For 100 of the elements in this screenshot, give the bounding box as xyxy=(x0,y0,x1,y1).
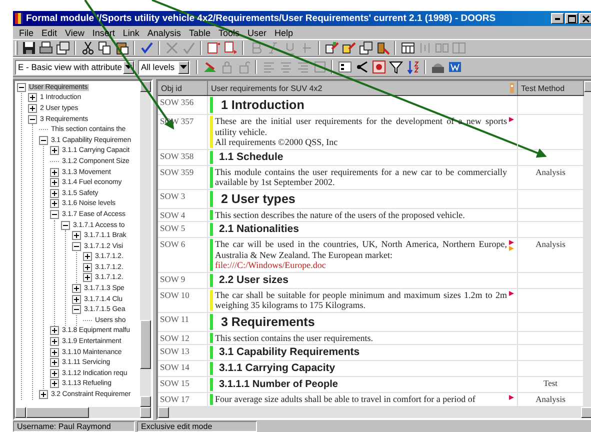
expand-icon[interactable] xyxy=(28,104,37,113)
expand-icon[interactable] xyxy=(72,231,81,240)
expand-icon[interactable] xyxy=(50,358,59,368)
column-header-label: User requirements for SUV 4x2 xyxy=(211,84,324,92)
menu-item[interactable]: Link xyxy=(118,28,144,38)
caret-icon xyxy=(180,65,187,69)
expand-icon[interactable] xyxy=(50,348,59,357)
table-cell: SOW 6 xyxy=(158,238,208,272)
menu-item[interactable]: User xyxy=(243,28,270,38)
menu-item[interactable]: Table xyxy=(184,28,214,38)
menu-item[interactable]: Analysis xyxy=(143,28,185,38)
status-text: Username: Paul Raymond xyxy=(13,421,135,432)
check-icon[interactable] xyxy=(182,41,196,55)
expand-icon[interactable] xyxy=(50,178,59,188)
justify-icon[interactable] xyxy=(312,60,326,74)
menu-item[interactable]: View xyxy=(61,28,88,38)
links-icon[interactable] xyxy=(354,60,368,74)
insert-heading-icon[interactable] xyxy=(206,41,220,55)
collapse-icon[interactable] xyxy=(61,220,70,230)
table-cell: SOW 356 xyxy=(158,96,208,114)
heading: 1 Introduction xyxy=(220,97,306,113)
link-source-icon[interactable] xyxy=(324,41,338,55)
level-dropdown[interactable]: All levels xyxy=(138,60,190,74)
view-dropdown[interactable]: E - Basic view with attribute xyxy=(15,60,135,74)
expand-icon[interactable] xyxy=(39,390,48,400)
table-cell: SOW 4 xyxy=(158,208,208,221)
requirement-text: This section contains the user requirements. xyxy=(215,332,374,343)
heading: 3 Requirements xyxy=(220,314,316,330)
module-properties-icon[interactable] xyxy=(358,41,372,55)
spellcheck-icon[interactable] xyxy=(140,41,154,55)
expand-icon[interactable] xyxy=(50,199,59,208)
expand-icon[interactable] xyxy=(28,93,37,102)
link-target-icon[interactable] xyxy=(342,41,356,55)
menu-item[interactable]: File xyxy=(15,28,38,38)
expand-icon[interactable] xyxy=(50,188,59,198)
collapse-icon[interactable] xyxy=(72,305,81,314)
save-icon[interactable] xyxy=(22,41,36,55)
heading: 2.2 User sizes xyxy=(218,274,290,286)
print-icon[interactable] xyxy=(38,41,52,55)
expand-icon[interactable] xyxy=(83,262,92,272)
horizontal-scrollbar[interactable] xyxy=(15,407,151,418)
table-cell: SOW 359 xyxy=(158,166,208,188)
properties-icon[interactable] xyxy=(56,41,70,55)
maximize-icon xyxy=(568,14,576,22)
split-cells-icon[interactable] xyxy=(452,41,466,55)
table-cell: SOW 12 xyxy=(158,332,208,344)
table-cell: SOW 14 xyxy=(158,361,208,376)
vertical-scrollbar[interactable] xyxy=(140,81,151,407)
column-marker-icon xyxy=(510,83,514,93)
table-cell: SOW 9 xyxy=(158,272,208,288)
heading: 3.1 Capability Requirements xyxy=(218,346,361,359)
expand-icon[interactable] xyxy=(50,379,59,388)
table-cell: SOW 17 xyxy=(158,393,208,406)
expand-icon[interactable] xyxy=(50,326,59,336)
expand-icon[interactable] xyxy=(50,337,59,346)
merge-cells-icon[interactable] xyxy=(434,41,448,55)
heading: 3.1.1 Carrying Capacity xyxy=(218,362,336,375)
file-link[interactable]: file:///C:/Windows/Europe.doc xyxy=(215,260,507,270)
heading: 2 User types xyxy=(220,190,296,206)
cut-icon[interactable] xyxy=(80,41,94,55)
collapse-icon[interactable] xyxy=(39,136,48,145)
expand-icon[interactable] xyxy=(50,146,59,156)
expand-icon[interactable] xyxy=(72,294,81,304)
expand-icon[interactable] xyxy=(83,252,92,262)
sort-icon[interactable] xyxy=(406,60,420,74)
table-icon[interactable] xyxy=(400,41,414,55)
window-title: Formal module '/Sports utility vehicle 4x2/Requirements/User Requirements' current 2.1 (1998) - DOORS xyxy=(26,13,497,24)
word-export-icon[interactable] xyxy=(448,60,462,74)
collapse-icon[interactable] xyxy=(28,114,37,124)
menu-item[interactable]: Help xyxy=(270,28,297,38)
copy-icon[interactable] xyxy=(98,41,112,55)
column-header[interactable]: Obj id xyxy=(158,81,208,95)
expand-icon[interactable] xyxy=(50,368,59,378)
outline-icon[interactable] xyxy=(338,60,352,74)
horizontal-scrollbar[interactable] xyxy=(158,407,591,418)
table-cell: SOW 358 xyxy=(158,150,208,164)
status-text: Exclusive edit mode xyxy=(137,421,257,432)
expand-icon[interactable] xyxy=(50,168,59,177)
minimize-icon xyxy=(555,18,560,20)
minimize-button[interactable] xyxy=(551,13,564,24)
table-cell: SOW 11 xyxy=(158,312,208,330)
collapse-icon[interactable] xyxy=(72,242,81,251)
menu-item[interactable]: Edit xyxy=(38,28,62,38)
caret-icon xyxy=(125,65,132,69)
collapse-icon[interactable] xyxy=(50,210,59,219)
table-cell: SOW 3 xyxy=(158,190,208,208)
heading: 3.1.1.1 Number of People xyxy=(218,378,339,391)
vertical-scrollbar[interactable] xyxy=(584,81,591,407)
app-icon xyxy=(15,13,23,24)
table-cell: SOW 10 xyxy=(158,288,208,312)
requirement-text: Four average size adults shall be able to travel in comfort for a period of xyxy=(215,394,476,404)
expand-icon[interactable] xyxy=(72,284,81,294)
align-right-icon[interactable] xyxy=(296,60,310,74)
maximize-button[interactable] xyxy=(565,13,578,24)
close-button[interactable] xyxy=(579,13,591,24)
expand-icon[interactable] xyxy=(83,273,92,282)
insert-object-icon[interactable] xyxy=(224,41,238,55)
column-header[interactable]: User requirements for SUV 4x2 xyxy=(208,81,518,95)
filter-icon[interactable] xyxy=(388,60,402,74)
collapse-icon[interactable] xyxy=(17,82,26,92)
